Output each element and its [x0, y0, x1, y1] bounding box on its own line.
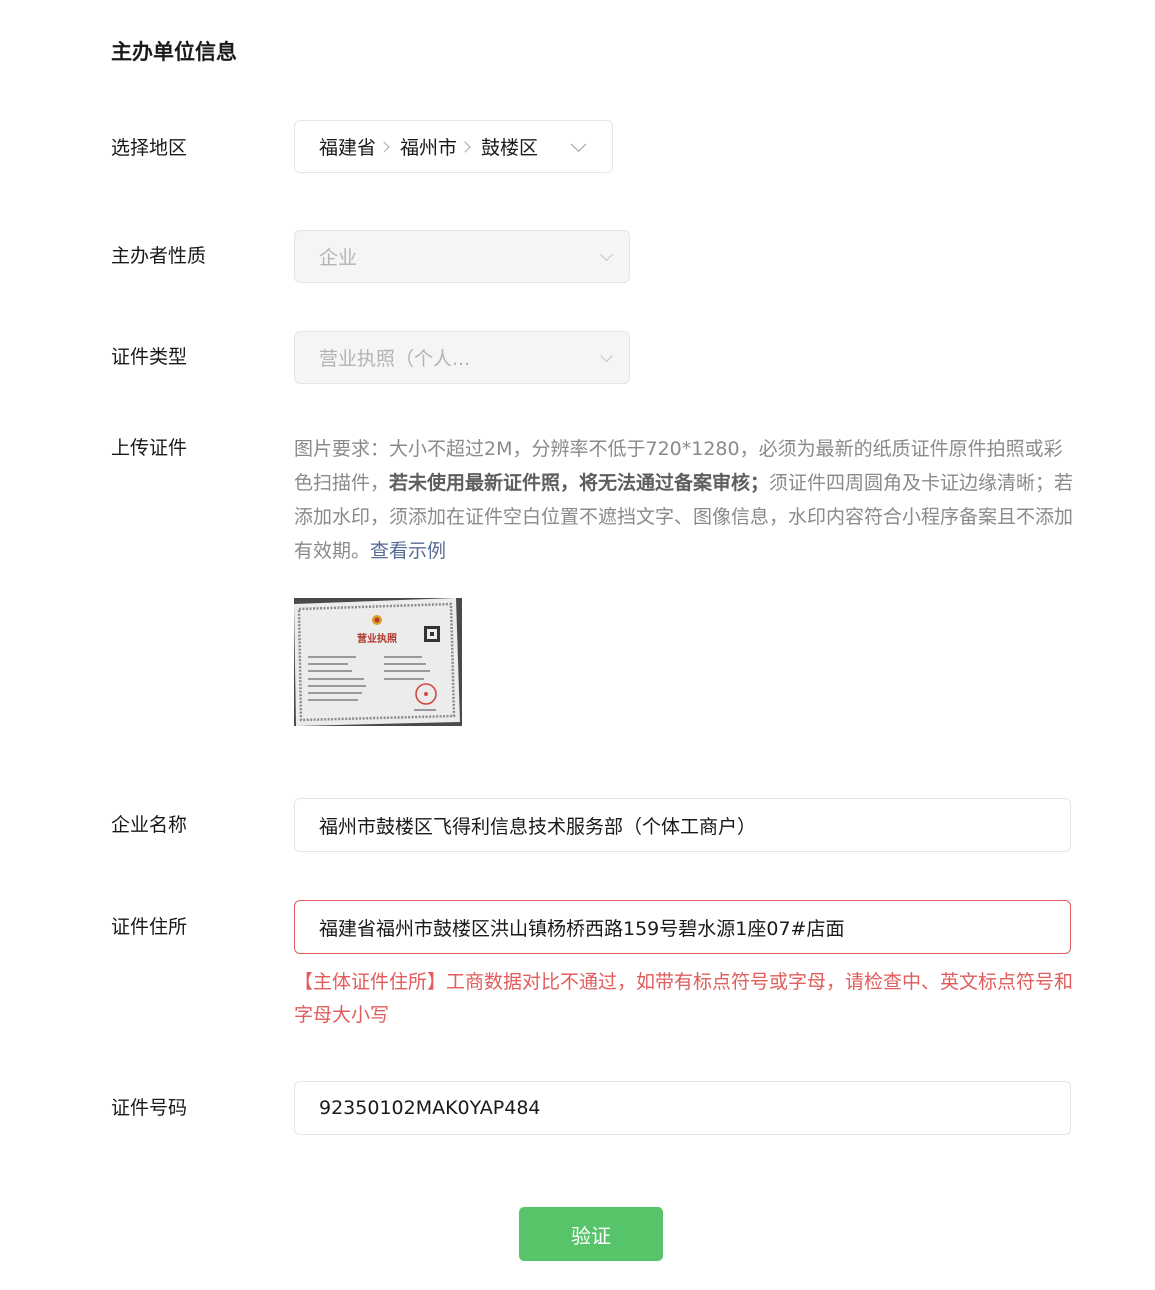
cert-type-select: 营业执照（个人...: [294, 331, 630, 384]
region-city: 福州市: [400, 133, 481, 160]
organizer-type-label: 主办者性质: [111, 245, 207, 267]
thumbnail-title: 营业执照: [357, 632, 397, 645]
chevron-down-icon: [570, 135, 587, 152]
cert-address-label: 证件住所: [111, 916, 188, 938]
upload-warning: 若未使用最新证件照，将无法通过备案审核；: [389, 472, 770, 494]
cert-number-value: 92350102MAK0YAP484: [319, 1097, 541, 1119]
cert-address-input[interactable]: 福建省福州市鼓楼区洪山镇杨桥西路159号碧水源1座07#店面: [294, 900, 1071, 954]
company-name-input[interactable]: 福州市鼓楼区飞得利信息技术服务部（个体工商户）: [294, 798, 1071, 852]
section-title: 主办单位信息: [111, 40, 237, 64]
cert-type-label: 证件类型: [111, 346, 188, 368]
organizer-type-select: 企业: [294, 230, 630, 283]
view-example-link[interactable]: 查看示例: [370, 540, 446, 562]
company-name-value: 福州市鼓楼区飞得利信息技术服务部（个体工商户）: [319, 815, 757, 838]
region-district: 鼓楼区: [481, 137, 539, 159]
cert-address-value: 福建省福州市鼓楼区洪山镇杨桥西路159号碧水源1座07#店面: [319, 917, 845, 940]
region-label: 选择地区: [111, 137, 188, 159]
upload-requirements: 图片要求：大小不超过2M，分辨率不低于720*1280，必须为最新的纸质证件原件…: [294, 438, 1074, 562]
organizer-type-value: 企业: [319, 247, 358, 269]
chevron-down-icon: [600, 348, 613, 362]
cert-number-input[interactable]: 92350102MAK0YAP484: [294, 1081, 1071, 1135]
company-name-label: 企业名称: [111, 814, 188, 836]
uploaded-license-thumbnail[interactable]: 营业执照: [294, 598, 462, 726]
region-select[interactable]: 福建省 福州市 鼓楼区: [294, 120, 613, 173]
verify-button[interactable]: 验证: [519, 1207, 663, 1261]
cert-number-label: 证件号码: [111, 1097, 188, 1119]
cert-address-error: 【主体证件住所】工商数据对比不通过，如带有标点符号或字母，请检查中、英文标点符号…: [294, 971, 1074, 1026]
upload-label: 上传证件: [111, 437, 188, 459]
chevron-down-icon: [600, 247, 613, 261]
chevron-right-icon: [378, 140, 390, 153]
chevron-right-icon: [459, 140, 471, 153]
region-province: 福建省: [319, 133, 400, 160]
cert-type-value: 营业执照（个人...: [319, 348, 471, 370]
license-image: 营业执照: [294, 598, 462, 726]
